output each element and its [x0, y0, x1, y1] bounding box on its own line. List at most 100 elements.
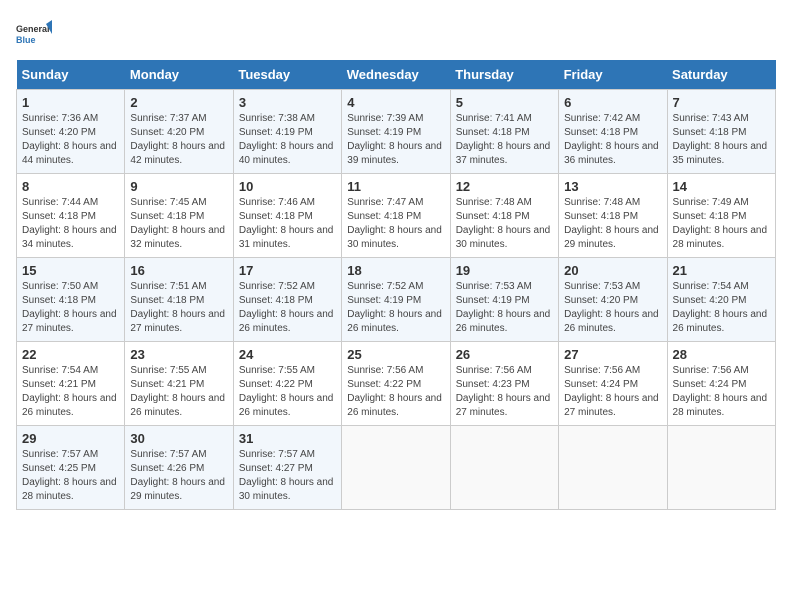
- calendar-cell: 25 Sunrise: 7:56 AMSunset: 4:22 PMDaylig…: [342, 342, 450, 426]
- day-info: Sunrise: 7:52 AMSunset: 4:18 PMDaylight:…: [239, 281, 334, 334]
- day-number: 15: [22, 263, 119, 278]
- day-info: Sunrise: 7:44 AMSunset: 4:18 PMDaylight:…: [22, 197, 117, 250]
- day-number: 22: [22, 347, 119, 362]
- day-info: Sunrise: 7:37 AMSunset: 4:20 PMDaylight:…: [130, 113, 225, 166]
- calendar-day-header: Wednesday: [342, 60, 450, 90]
- day-number: 24: [239, 347, 336, 362]
- day-info: Sunrise: 7:56 AMSunset: 4:22 PMDaylight:…: [347, 365, 442, 418]
- day-info: Sunrise: 7:48 AMSunset: 4:18 PMDaylight:…: [564, 197, 659, 250]
- calendar-week-row: 1 Sunrise: 7:36 AMSunset: 4:20 PMDayligh…: [17, 90, 776, 174]
- day-info: Sunrise: 7:38 AMSunset: 4:19 PMDaylight:…: [239, 113, 334, 166]
- day-info: Sunrise: 7:54 AMSunset: 4:20 PMDaylight:…: [673, 281, 768, 334]
- day-info: Sunrise: 7:39 AMSunset: 4:19 PMDaylight:…: [347, 113, 442, 166]
- calendar-cell: 16 Sunrise: 7:51 AMSunset: 4:18 PMDaylig…: [125, 258, 233, 342]
- day-number: 7: [673, 95, 770, 110]
- calendar-cell: 18 Sunrise: 7:52 AMSunset: 4:19 PMDaylig…: [342, 258, 450, 342]
- day-number: 27: [564, 347, 661, 362]
- logo-icon: General Blue: [16, 16, 52, 52]
- calendar-cell: 11 Sunrise: 7:47 AMSunset: 4:18 PMDaylig…: [342, 174, 450, 258]
- calendar-cell: 23 Sunrise: 7:55 AMSunset: 4:21 PMDaylig…: [125, 342, 233, 426]
- day-info: Sunrise: 7:36 AMSunset: 4:20 PMDaylight:…: [22, 113, 117, 166]
- calendar-cell: 22 Sunrise: 7:54 AMSunset: 4:21 PMDaylig…: [17, 342, 125, 426]
- calendar-week-row: 15 Sunrise: 7:50 AMSunset: 4:18 PMDaylig…: [17, 258, 776, 342]
- day-info: Sunrise: 7:51 AMSunset: 4:18 PMDaylight:…: [130, 281, 225, 334]
- day-number: 2: [130, 95, 227, 110]
- day-info: Sunrise: 7:50 AMSunset: 4:18 PMDaylight:…: [22, 281, 117, 334]
- calendar-cell: 15 Sunrise: 7:50 AMSunset: 4:18 PMDaylig…: [17, 258, 125, 342]
- calendar-day-header: Sunday: [17, 60, 125, 90]
- day-info: Sunrise: 7:56 AMSunset: 4:23 PMDaylight:…: [456, 365, 551, 418]
- calendar-cell: 7 Sunrise: 7:43 AMSunset: 4:18 PMDayligh…: [667, 90, 775, 174]
- day-number: 21: [673, 263, 770, 278]
- page-header: General Blue: [16, 16, 776, 52]
- day-number: 19: [456, 263, 553, 278]
- calendar-cell: 10 Sunrise: 7:46 AMSunset: 4:18 PMDaylig…: [233, 174, 341, 258]
- calendar-cell: 29 Sunrise: 7:57 AMSunset: 4:25 PMDaylig…: [17, 426, 125, 510]
- calendar-cell: 1 Sunrise: 7:36 AMSunset: 4:20 PMDayligh…: [17, 90, 125, 174]
- day-number: 10: [239, 179, 336, 194]
- day-number: 11: [347, 179, 444, 194]
- svg-text:General: General: [16, 24, 50, 34]
- day-number: 13: [564, 179, 661, 194]
- calendar-day-header: Saturday: [667, 60, 775, 90]
- day-number: 26: [456, 347, 553, 362]
- calendar-week-row: 29 Sunrise: 7:57 AMSunset: 4:25 PMDaylig…: [17, 426, 776, 510]
- day-number: 9: [130, 179, 227, 194]
- calendar-cell: [342, 426, 450, 510]
- calendar-cell: 21 Sunrise: 7:54 AMSunset: 4:20 PMDaylig…: [667, 258, 775, 342]
- day-number: 30: [130, 431, 227, 446]
- day-number: 31: [239, 431, 336, 446]
- calendar-cell: 17 Sunrise: 7:52 AMSunset: 4:18 PMDaylig…: [233, 258, 341, 342]
- day-info: Sunrise: 7:55 AMSunset: 4:22 PMDaylight:…: [239, 365, 334, 418]
- day-info: Sunrise: 7:56 AMSunset: 4:24 PMDaylight:…: [673, 365, 768, 418]
- day-number: 1: [22, 95, 119, 110]
- day-info: Sunrise: 7:56 AMSunset: 4:24 PMDaylight:…: [564, 365, 659, 418]
- calendar-cell: 14 Sunrise: 7:49 AMSunset: 4:18 PMDaylig…: [667, 174, 775, 258]
- calendar-cell: 27 Sunrise: 7:56 AMSunset: 4:24 PMDaylig…: [559, 342, 667, 426]
- calendar-day-header: Tuesday: [233, 60, 341, 90]
- day-number: 17: [239, 263, 336, 278]
- day-info: Sunrise: 7:47 AMSunset: 4:18 PMDaylight:…: [347, 197, 442, 250]
- calendar-week-row: 22 Sunrise: 7:54 AMSunset: 4:21 PMDaylig…: [17, 342, 776, 426]
- calendar-day-header: Thursday: [450, 60, 558, 90]
- day-info: Sunrise: 7:57 AMSunset: 4:25 PMDaylight:…: [22, 449, 117, 502]
- day-info: Sunrise: 7:52 AMSunset: 4:19 PMDaylight:…: [347, 281, 442, 334]
- calendar-cell: [559, 426, 667, 510]
- calendar-cell: 3 Sunrise: 7:38 AMSunset: 4:19 PMDayligh…: [233, 90, 341, 174]
- calendar-cell: 5 Sunrise: 7:41 AMSunset: 4:18 PMDayligh…: [450, 90, 558, 174]
- day-info: Sunrise: 7:55 AMSunset: 4:21 PMDaylight:…: [130, 365, 225, 418]
- day-info: Sunrise: 7:53 AMSunset: 4:19 PMDaylight:…: [456, 281, 551, 334]
- calendar-cell: 31 Sunrise: 7:57 AMSunset: 4:27 PMDaylig…: [233, 426, 341, 510]
- day-number: 5: [456, 95, 553, 110]
- day-number: 28: [673, 347, 770, 362]
- day-info: Sunrise: 7:57 AMSunset: 4:26 PMDaylight:…: [130, 449, 225, 502]
- calendar-cell: 13 Sunrise: 7:48 AMSunset: 4:18 PMDaylig…: [559, 174, 667, 258]
- day-info: Sunrise: 7:43 AMSunset: 4:18 PMDaylight:…: [673, 113, 768, 166]
- day-info: Sunrise: 7:46 AMSunset: 4:18 PMDaylight:…: [239, 197, 334, 250]
- calendar-cell: [667, 426, 775, 510]
- day-number: 25: [347, 347, 444, 362]
- calendar-cell: 26 Sunrise: 7:56 AMSunset: 4:23 PMDaylig…: [450, 342, 558, 426]
- day-info: Sunrise: 7:57 AMSunset: 4:27 PMDaylight:…: [239, 449, 334, 502]
- calendar-cell: 9 Sunrise: 7:45 AMSunset: 4:18 PMDayligh…: [125, 174, 233, 258]
- calendar-cell: 20 Sunrise: 7:53 AMSunset: 4:20 PMDaylig…: [559, 258, 667, 342]
- day-info: Sunrise: 7:45 AMSunset: 4:18 PMDaylight:…: [130, 197, 225, 250]
- day-number: 12: [456, 179, 553, 194]
- day-number: 18: [347, 263, 444, 278]
- calendar-cell: 19 Sunrise: 7:53 AMSunset: 4:19 PMDaylig…: [450, 258, 558, 342]
- calendar-cell: 24 Sunrise: 7:55 AMSunset: 4:22 PMDaylig…: [233, 342, 341, 426]
- day-number: 16: [130, 263, 227, 278]
- day-number: 23: [130, 347, 227, 362]
- day-info: Sunrise: 7:53 AMSunset: 4:20 PMDaylight:…: [564, 281, 659, 334]
- calendar-cell: 6 Sunrise: 7:42 AMSunset: 4:18 PMDayligh…: [559, 90, 667, 174]
- calendar-cell: 2 Sunrise: 7:37 AMSunset: 4:20 PMDayligh…: [125, 90, 233, 174]
- calendar-week-row: 8 Sunrise: 7:44 AMSunset: 4:18 PMDayligh…: [17, 174, 776, 258]
- logo: General Blue: [16, 16, 52, 52]
- calendar-cell: 12 Sunrise: 7:48 AMSunset: 4:18 PMDaylig…: [450, 174, 558, 258]
- day-number: 6: [564, 95, 661, 110]
- day-info: Sunrise: 7:49 AMSunset: 4:18 PMDaylight:…: [673, 197, 768, 250]
- day-info: Sunrise: 7:54 AMSunset: 4:21 PMDaylight:…: [22, 365, 117, 418]
- day-number: 8: [22, 179, 119, 194]
- day-info: Sunrise: 7:41 AMSunset: 4:18 PMDaylight:…: [456, 113, 551, 166]
- day-number: 3: [239, 95, 336, 110]
